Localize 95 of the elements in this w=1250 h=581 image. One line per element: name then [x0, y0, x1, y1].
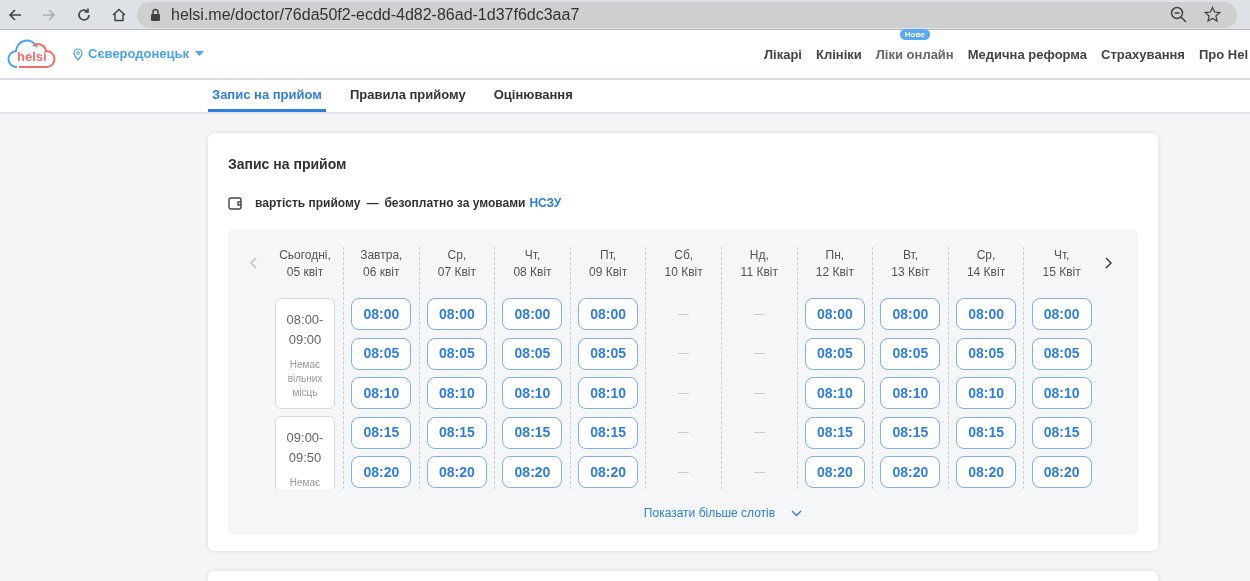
time-slot-button[interactable]: 08:00: [880, 298, 941, 330]
time-slot-button[interactable]: 08:05: [880, 337, 941, 370]
dash-text: —: [366, 195, 379, 212]
city-dropdown[interactable]: Сєверодонецьк: [88, 44, 205, 64]
lock-icon: [150, 8, 161, 21]
unavailable-dash: [678, 432, 690, 433]
time-slot-button[interactable]: 08:10: [880, 377, 941, 409]
unavailable-dash: [753, 353, 765, 354]
time-slot-button[interactable]: 08:15: [1031, 416, 1092, 449]
time-range-text: 08:00-09:00: [286, 311, 324, 349]
time-slot-button[interactable]: 08:00: [351, 298, 412, 330]
nszu-link[interactable]: НСЗУ: [529, 194, 562, 212]
address-bar[interactable]: helsi.me/doctor/76da50f2-ecdd-4d82-86ad-1d37f6dc3aa7: [137, 1, 1237, 28]
time-slot-button[interactable]: 08:05: [956, 337, 1017, 370]
day-header: Завтра, 06 квіт: [360, 247, 403, 281]
unavailable-dash: [753, 471, 765, 473]
day-header: Чт, 15 Квіт: [1042, 247, 1081, 281]
location-pin-icon: [73, 47, 83, 61]
time-slot-button[interactable]: 08:10: [1031, 377, 1092, 409]
nav-link[interactable]: Про Hel: [1198, 47, 1248, 62]
time-slot-button[interactable]: 08:00: [804, 298, 865, 330]
caret-icon: [195, 51, 205, 57]
day-header: Нд, 11 Квіт: [740, 247, 778, 281]
nav-link[interactable]: Лікарі: [763, 47, 802, 62]
time-slot-button[interactable]: 08:10: [804, 377, 865, 409]
time-slot-button[interactable]: 08:00: [1031, 298, 1092, 330]
time-slot-button[interactable]: 08:20: [578, 456, 639, 488]
time-slot-button[interactable]: 08:15: [804, 416, 865, 449]
time-slot-button[interactable]: 08:20: [804, 456, 865, 488]
day-header: Сьогодні, 05 квіт: [279, 247, 331, 281]
zoom-out-icon[interactable]: [1170, 6, 1187, 23]
unavailable-dash: [678, 471, 690, 473]
time-slot-button[interactable]: 08:10: [578, 377, 639, 409]
time-slot-button[interactable]: 08:20: [426, 456, 487, 488]
tab[interactable]: Оцінювання: [489, 80, 577, 112]
time-slot-button[interactable]: 08:05: [426, 337, 487, 370]
time-slot-button[interactable]: 08:00: [502, 298, 563, 330]
cost-label: вартість прийому: [255, 195, 361, 212]
url-text: helsi.me/doctor/76da50f2-ecdd-4d82-86ad-1d37f6dc3aa7: [171, 4, 580, 25]
unavailable-dash: [678, 353, 690, 354]
nav-link[interactable]: Страхування: [1101, 47, 1185, 62]
time-slot-button[interactable]: 08:15: [351, 416, 412, 449]
time-slot-button[interactable]: 08:20: [351, 456, 412, 488]
time-slot-button[interactable]: 08:05: [1031, 337, 1092, 370]
home-icon[interactable]: [111, 6, 127, 23]
new-badge: Нове: [899, 29, 930, 40]
logo[interactable]: helsi: [7, 37, 57, 71]
time-slot-button[interactable]: 08:05: [578, 337, 639, 370]
day-header: Пн, 12 Квіт: [815, 247, 854, 281]
unavailable-dash: [678, 392, 690, 394]
nav-link[interactable]: Клініки: [815, 47, 862, 62]
time-slot-button[interactable]: 08:00: [426, 298, 487, 330]
time-slot-button[interactable]: 08:20: [880, 456, 941, 488]
time-slot-button[interactable]: 08:10: [956, 377, 1017, 409]
nav-link[interactable]: Медична реформа: [967, 47, 1088, 62]
unavailable-dash: [753, 392, 765, 394]
time-slot-button[interactable]: 08:10: [502, 377, 563, 409]
day-header: Вт, 13 Квіт: [891, 247, 930, 281]
unavailable-dash: [678, 313, 690, 315]
time-slot-button[interactable]: 08:00: [578, 298, 639, 330]
time-range-text: 09:00-09:50: [286, 429, 324, 467]
tab[interactable]: Правила прийому: [345, 80, 470, 112]
star-icon[interactable]: [1204, 6, 1221, 23]
nav-link[interactable]: Ліки онлайн: [875, 47, 954, 62]
time-slot-button[interactable]: 08:05: [804, 337, 865, 370]
unavailable-dash: [753, 432, 765, 433]
no-slots-text: Немає вільних місць: [286, 358, 324, 400]
day-header: Ср, 14 Квіт: [966, 247, 1006, 281]
cost-value: безоплатно за умовами: [384, 195, 526, 212]
wallet-icon: [228, 196, 243, 210]
time-slot-button[interactable]: 08:05: [502, 337, 563, 370]
time-slot-button[interactable]: 08:15: [578, 416, 639, 449]
day-header: Ср, 07 Квіт: [437, 247, 476, 281]
day-header: Пт, 09 Квіт: [588, 247, 628, 281]
time-slot-button[interactable]: 08:20: [502, 456, 563, 488]
time-slot-button[interactable]: 08:10: [426, 377, 487, 409]
time-slot-button[interactable]: 08:10: [351, 377, 412, 409]
time-slot-button[interactable]: 08:15: [426, 416, 487, 449]
time-slot-button[interactable]: 08:15: [880, 416, 941, 449]
time-slot-button[interactable]: 08:15: [956, 416, 1017, 449]
time-slot-button[interactable]: 08:15: [502, 416, 563, 449]
reload-icon[interactable]: [76, 6, 92, 23]
card-title: Запис на прийом: [228, 155, 348, 174]
day-header: Сб, 10 Квіт: [664, 247, 703, 281]
chevron-down-icon: [791, 509, 803, 517]
back-icon[interactable]: [7, 6, 23, 23]
day-header: Чт, 08 Квіт: [513, 247, 552, 281]
time-slot-button[interactable]: 08:20: [956, 456, 1017, 488]
tab[interactable]: Запис на прийом: [208, 80, 326, 112]
time-slot-button[interactable]: 08:20: [1031, 456, 1092, 488]
time-slot-button[interactable]: 08:05: [351, 337, 412, 370]
unavailable-dash: [753, 313, 765, 315]
time-slot-button[interactable]: 08:00: [956, 298, 1017, 330]
no-slots-text: Немає: [288, 476, 322, 489]
show-more-button[interactable]: Показати більше слотів: [643, 504, 803, 522]
